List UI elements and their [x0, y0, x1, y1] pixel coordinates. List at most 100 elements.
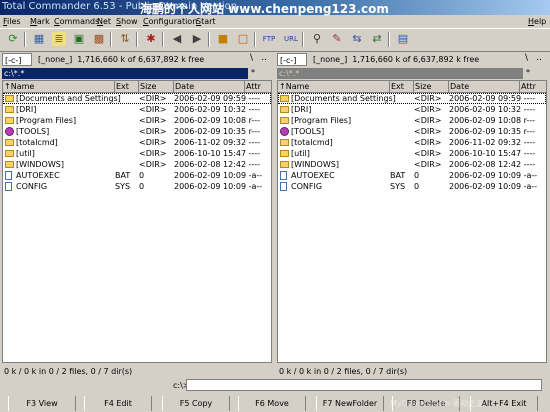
file-row[interactable]: [util] <DIR> 2006-10-10 15:47 ----	[278, 148, 546, 159]
file-row[interactable]: [WINDOWS] <DIR> 2006-02-08 12:42 ----	[278, 159, 546, 170]
f7-newfolder-button[interactable]: F7 NewFolder	[316, 396, 384, 411]
file-row[interactable]: AUTOEXEC BAT 0 2006-02-09 10:09 -a--	[3, 170, 271, 181]
right-list-header: ↑Name Ext Size Date Attr	[278, 81, 546, 93]
sync-icon[interactable]: ⇄	[370, 32, 384, 46]
col-attr-header[interactable]: Attr	[245, 81, 271, 92]
file-name: [TOOLS]	[16, 127, 50, 136]
file-name: [WINDOWS]	[291, 160, 339, 169]
file-size: 0	[414, 182, 420, 191]
sort-icon[interactable]: ⇅	[118, 32, 132, 46]
zip-icon[interactable]: ■	[216, 32, 230, 46]
right-path-bar[interactable]: c:\*.*	[277, 68, 523, 79]
pack-icon[interactable]: ✱	[144, 32, 158, 46]
file-size: 0	[139, 182, 145, 191]
right-panel: [-c-] [_none_] 1,716,660 k of 6,637,892 …	[275, 51, 548, 365]
left-root-button[interactable]: \	[250, 53, 253, 63]
left-panel: [-c-] [_none_] 1,716,660 k of 6,637,892 …	[0, 51, 273, 365]
file-size: <DIR>	[139, 105, 167, 114]
file-date: 2006-02-09 09:59 ----	[449, 94, 536, 103]
view-icon[interactable]: ▦	[32, 32, 46, 46]
command-input[interactable]	[186, 379, 542, 391]
file-row[interactable]: [DRI] <DIR> 2006-02-09 10:32 ----	[278, 104, 546, 115]
back-icon[interactable]: ◀	[170, 32, 184, 46]
thumbnail-icon[interactable]: ▩	[92, 32, 106, 46]
file-size: <DIR>	[414, 127, 442, 136]
right-file-list[interactable]: ↑Name Ext Size Date Attr [Documents and …	[277, 80, 547, 363]
left-history-button[interactable]: *	[251, 68, 255, 77]
file-row[interactable]: CONFIG SYS 0 2006-02-09 10:09 -a--	[278, 181, 546, 192]
list-icon[interactable]: ≣	[52, 32, 66, 46]
col-date-header[interactable]: Date	[174, 81, 245, 92]
file-row[interactable]: [Program Files] <DIR> 2006-02-09 10:08 r--…	[3, 115, 271, 126]
menu-net[interactable]: Net	[97, 17, 111, 26]
file-row[interactable]: [Documents and Settings] <DIR> 2006-02-09 …	[3, 93, 271, 104]
file-size: 0	[139, 171, 145, 180]
unzip-icon[interactable]: □	[236, 32, 250, 46]
file-row[interactable]: [TOOLS] <DIR> 2006-02-09 10:35 r---	[278, 126, 546, 137]
file-name: [WINDOWS]	[16, 160, 64, 169]
file-row[interactable]: [totalcmd] <DIR> 2006-11-02 09:32 ----	[278, 137, 546, 148]
command-line: c:\>	[0, 378, 550, 394]
file-row[interactable]: [util] <DIR> 2006-10-10 15:47 ----	[3, 148, 271, 159]
file-name: [DRI]	[291, 105, 312, 114]
file-name: [util]	[16, 149, 35, 158]
file-row[interactable]: [Program Files] <DIR> 2006-02-09 10:08 r--…	[278, 115, 546, 126]
col-ext-header[interactable]: Ext	[115, 81, 139, 92]
col-attr-header[interactable]: Attr	[520, 81, 546, 92]
toolbar-separator	[162, 32, 164, 47]
left-up-button[interactable]: ..	[261, 53, 267, 63]
file-row[interactable]: CONFIG SYS 0 2006-02-09 10:09 -a--	[3, 181, 271, 192]
file-ext: BAT	[390, 171, 406, 180]
col-ext-header[interactable]: Ext	[390, 81, 414, 92]
refresh-icon[interactable]: ⟳	[6, 32, 20, 46]
f3-view-button[interactable]: F3 View	[8, 396, 76, 411]
file-row[interactable]: [Documents and Settings] <DIR> 2006-02-09 …	[278, 93, 546, 104]
col-size-header[interactable]: Size	[139, 81, 174, 92]
left-drive-select[interactable]: [-c-]	[2, 53, 32, 66]
file-ext: BAT	[115, 171, 131, 180]
file-ext: SYS	[390, 182, 406, 191]
f6-move-button[interactable]: F6 Move	[238, 396, 306, 411]
f5-copy-button[interactable]: F5 Copy	[162, 396, 230, 411]
menu-mark[interactable]: Mark	[30, 17, 50, 26]
left-drive-bar: [-c-] [_none_] 1,716,660 k of 6,637,892 …	[2, 53, 271, 68]
file-row[interactable]: AUTOEXEC BAT 0 2006-02-09 10:09 -a--	[278, 170, 546, 181]
tree-icon[interactable]: ▣	[72, 32, 86, 46]
col-name-header[interactable]: ↑Name	[278, 81, 390, 92]
menu-show[interactable]: Show	[116, 17, 138, 26]
menu-files[interactable]: Files	[3, 17, 21, 26]
menu-start[interactable]: Start	[196, 17, 216, 26]
col-size-header[interactable]: Size	[414, 81, 449, 92]
right-up-button[interactable]: ..	[536, 53, 542, 63]
forward-icon[interactable]: ▶	[190, 32, 204, 46]
notepad-icon[interactable]: ▤	[396, 32, 410, 46]
file-row[interactable]: [WINDOWS] <DIR> 2006-02-08 12:42 ----	[3, 159, 271, 170]
col-name-header[interactable]: ↑Name	[3, 81, 115, 92]
toolbar: ⟳ ▦ ≣ ▣ ▩ ⇅ ✱ ◀ ▶ ■ □ FTP URL ⚲ ✎ ⇆ ⇄ ▤	[0, 28, 550, 52]
compare-icon[interactable]: ⇆	[350, 32, 364, 46]
file-name: [Program Files]	[16, 116, 77, 125]
right-history-button[interactable]: *	[526, 68, 530, 77]
find-icon[interactable]: ⚲	[310, 32, 324, 46]
file-date: 2006-02-08 12:42 ----	[174, 160, 261, 169]
right-root-button[interactable]: \	[525, 53, 528, 63]
col-date-header[interactable]: Date	[449, 81, 520, 92]
file-date: 2006-02-09 10:08 r---	[449, 116, 536, 125]
f4-edit-button[interactable]: F4 Edit	[84, 396, 152, 411]
left-status: 0 k / 0 k in 0 / 2 files, 0 / 7 dir(s)	[4, 367, 133, 376]
menu-commands[interactable]: Commands	[54, 17, 99, 26]
file-date: 2006-02-09 10:35 r---	[449, 127, 536, 136]
file-row[interactable]: [totalcmd] <DIR> 2006-11-02 09:32 ----	[3, 137, 271, 148]
left-path-bar[interactable]: c:\*.*	[2, 68, 248, 79]
file-name: CONFIG	[291, 182, 323, 191]
file-row[interactable]: [TOOLS] <DIR> 2006-02-09 10:35 r---	[3, 126, 271, 137]
left-file-list[interactable]: ↑Name Ext Size Date Attr [Documents and …	[2, 80, 272, 363]
menu-help[interactable]: Help	[528, 17, 546, 26]
ftp-icon[interactable]: FTP	[262, 32, 276, 46]
file-name: CONFIG	[16, 182, 48, 191]
url-icon[interactable]: URL	[284, 32, 298, 46]
file-row[interactable]: [DRI] <DIR> 2006-02-09 10:32 ----	[3, 104, 271, 115]
rename-icon[interactable]: ✎	[330, 32, 344, 46]
menu-configuration[interactable]: Configuration	[143, 17, 197, 26]
right-drive-select[interactable]: [-c-]	[277, 53, 307, 66]
